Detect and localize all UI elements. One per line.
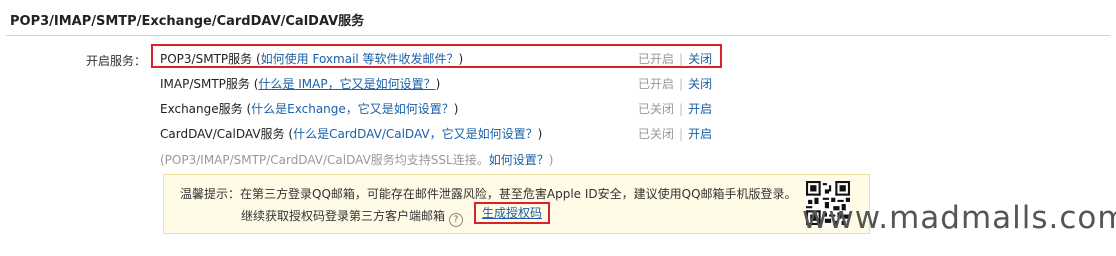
ssl-note: (POP3/IMAP/SMTP/CardDAV/CalDAV服务均支持SSL连接… bbox=[160, 153, 554, 167]
highlight-box-pop3 bbox=[151, 44, 722, 68]
title-divider bbox=[6, 35, 1110, 36]
service-name: Exchange服务 bbox=[160, 102, 243, 116]
open-service-label: 开启服务： bbox=[86, 54, 147, 68]
help-link-carddav[interactable]: 什么是CardDAV/CalDAV，它又是如何设置？ bbox=[293, 127, 538, 141]
toggle-exchange-button[interactable]: 开启 bbox=[688, 102, 712, 116]
service-name: IMAP/SMTP服务 bbox=[160, 77, 250, 91]
status-imap-smtp: 已开启 | 关闭 bbox=[638, 77, 713, 91]
status-carddav-caldav: 已关闭 | 开启 bbox=[638, 127, 713, 141]
status-text: 已关闭 bbox=[638, 102, 675, 116]
status-text: 已开启 bbox=[638, 77, 675, 91]
toggle-carddav-caldav-button[interactable]: 开启 bbox=[688, 127, 712, 141]
page-title: POP3/IMAP/SMTP/Exchange/CardDAV/CalDAV服务 bbox=[10, 14, 365, 29]
ssl-help-link[interactable]: 如何设置？ bbox=[489, 153, 549, 167]
status-exchange: 已关闭 | 开启 bbox=[638, 102, 713, 116]
toggle-imap-smtp-button[interactable]: 关闭 bbox=[688, 77, 712, 91]
tip-text-auth: 继续获取授权码登录第三方客户端邮箱? bbox=[241, 207, 464, 227]
service-name: CardDAV/CalDAV服务 bbox=[160, 127, 285, 141]
watermark-text: www.madmalls.com bbox=[802, 200, 1116, 236]
service-exchange: Exchange服务 (什么是Exchange，它又是如何设置？) bbox=[160, 102, 459, 116]
status-text: 已关闭 bbox=[638, 127, 675, 141]
help-icon[interactable]: ? bbox=[449, 213, 464, 227]
help-link-imap[interactable]: 什么是 IMAP，它又是如何设置？ bbox=[258, 77, 435, 91]
help-link-exchange[interactable]: 什么是Exchange，它又是如何设置？ bbox=[251, 102, 454, 116]
service-imap-smtp: IMAP/SMTP服务 (什么是 IMAP，它又是如何设置？) bbox=[160, 77, 441, 91]
service-carddav-caldav: CardDAV/CalDAV服务 (什么是CardDAV/CalDAV，它又是如… bbox=[160, 127, 543, 141]
tip-text: 温馨提示：在第三方登录QQ邮箱，可能存在邮件泄露风险，甚至危害Apple ID安… bbox=[180, 187, 797, 201]
generate-auth-code-button[interactable]: 生成授权码 bbox=[474, 202, 550, 224]
